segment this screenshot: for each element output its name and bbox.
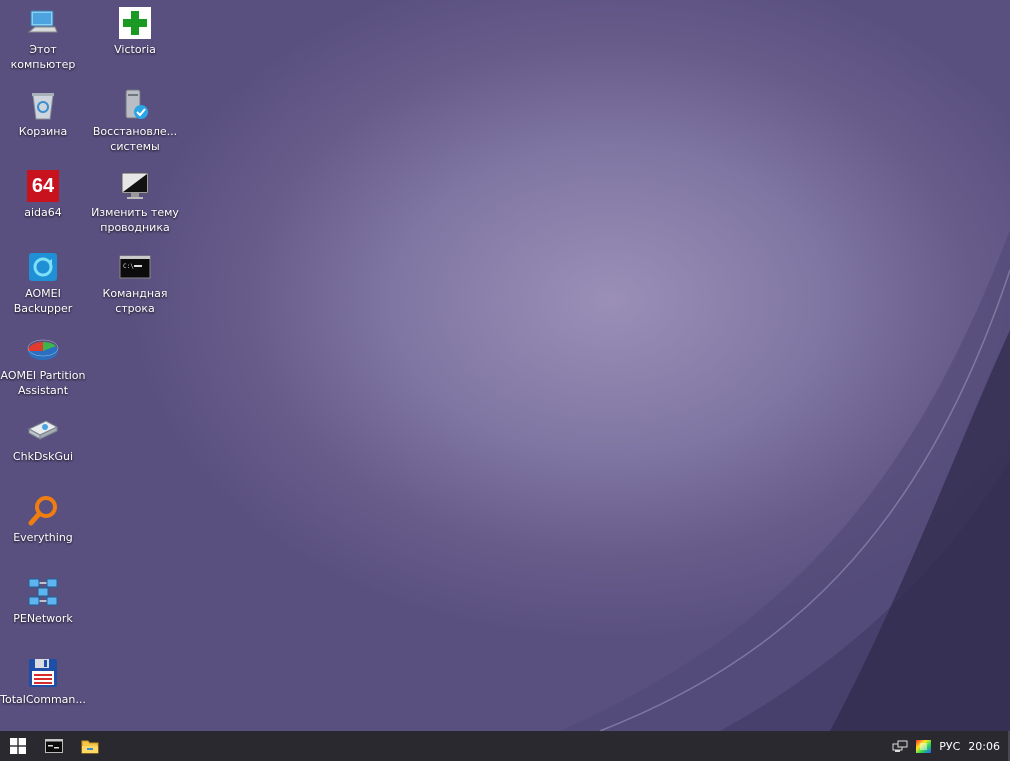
aida64-icon: 64 (26, 169, 60, 203)
desktop-icon-penetwork[interactable]: PENetwork (0, 575, 88, 626)
svg-text:C:\: C:\ (123, 263, 134, 270)
display-color-icon[interactable] (916, 739, 932, 753)
floppy-disk-icon (26, 656, 60, 690)
desktop-icon-recycle-bin[interactable]: Корзина (0, 88, 88, 139)
green-cross-icon (118, 6, 152, 40)
icon-label: Этот (29, 43, 57, 56)
icon-label: строка (115, 302, 155, 315)
icon-label: TotalComman... (0, 693, 86, 706)
file-explorer-icon (81, 740, 99, 753)
icon-label: Изменить тему (91, 206, 179, 219)
desktop-icon-chkdskgui[interactable]: ChkDskGui (0, 413, 88, 464)
disk-drive-icon (26, 413, 60, 447)
windows-logo-icon (10, 738, 26, 754)
desktop-icon-change-explorer-theme[interactable]: Изменить тему проводника (90, 169, 180, 235)
desktop-icon-command-prompt[interactable]: C:\ Командная строка (90, 250, 180, 316)
icon-label: Everything (13, 531, 73, 544)
desktop-icon-this-pc[interactable]: Этот компьютер (0, 6, 88, 72)
taskbar: РУС 20:06 (0, 731, 1010, 761)
partition-pie-icon (26, 332, 60, 366)
desktop-icon-victoria[interactable]: Victoria (90, 6, 180, 57)
language-indicator[interactable]: РУС (939, 740, 960, 753)
icon-label: ChkDskGui (12, 450, 74, 463)
aida64-logo-text: 64 (27, 170, 59, 202)
icon-label: проводника (100, 221, 170, 234)
desktop-icon-system-restore[interactable]: Восстановле... системы (90, 88, 180, 154)
taskbar-command-prompt[interactable] (36, 731, 72, 761)
icon-label: системы (110, 140, 160, 153)
network-topology-icon (26, 575, 60, 609)
icon-label: Корзина (18, 125, 68, 138)
icon-label: Восстановле... (92, 125, 178, 138)
start-button[interactable] (0, 731, 36, 761)
icon-label: PENetwork (13, 612, 73, 625)
recycle-bin-icon (26, 88, 60, 122)
aomei-backupper-icon (26, 250, 60, 284)
icon-label: AOMEI (25, 287, 61, 300)
clock[interactable]: 20:06 (968, 740, 1000, 753)
desktop-icon-aomei-partition-assistant[interactable]: AOMEI Partition Assistant (0, 332, 88, 398)
desktop-icon-aomei-backupper[interactable]: AOMEI Backupper (0, 250, 88, 316)
icon-label: Assistant (17, 384, 69, 397)
taskbar-file-explorer[interactable] (72, 731, 108, 761)
computer-icon (26, 6, 60, 40)
magnifier-icon (26, 494, 60, 528)
desktop-icon-everything[interactable]: Everything (0, 494, 88, 545)
icon-label: AOMEI Partition (0, 369, 86, 382)
command-prompt-icon: C:\ (118, 250, 152, 284)
system-tray: РУС 20:06 (892, 731, 1010, 761)
system-restore-icon (118, 88, 152, 122)
desktop-icon-aida64[interactable]: 64 aida64 (0, 169, 88, 220)
icon-label: Backupper (13, 302, 73, 315)
monitor-theme-icon (118, 169, 152, 203)
icon-label: компьютер (10, 58, 76, 71)
icon-label: Victoria (114, 43, 156, 56)
command-prompt-icon (45, 739, 63, 753)
icon-label: aida64 (24, 206, 62, 219)
network-icon[interactable] (892, 739, 908, 753)
desktop-icon-totalcommander[interactable]: TotalComman... (0, 656, 88, 707)
icon-label: Командная (102, 287, 168, 300)
